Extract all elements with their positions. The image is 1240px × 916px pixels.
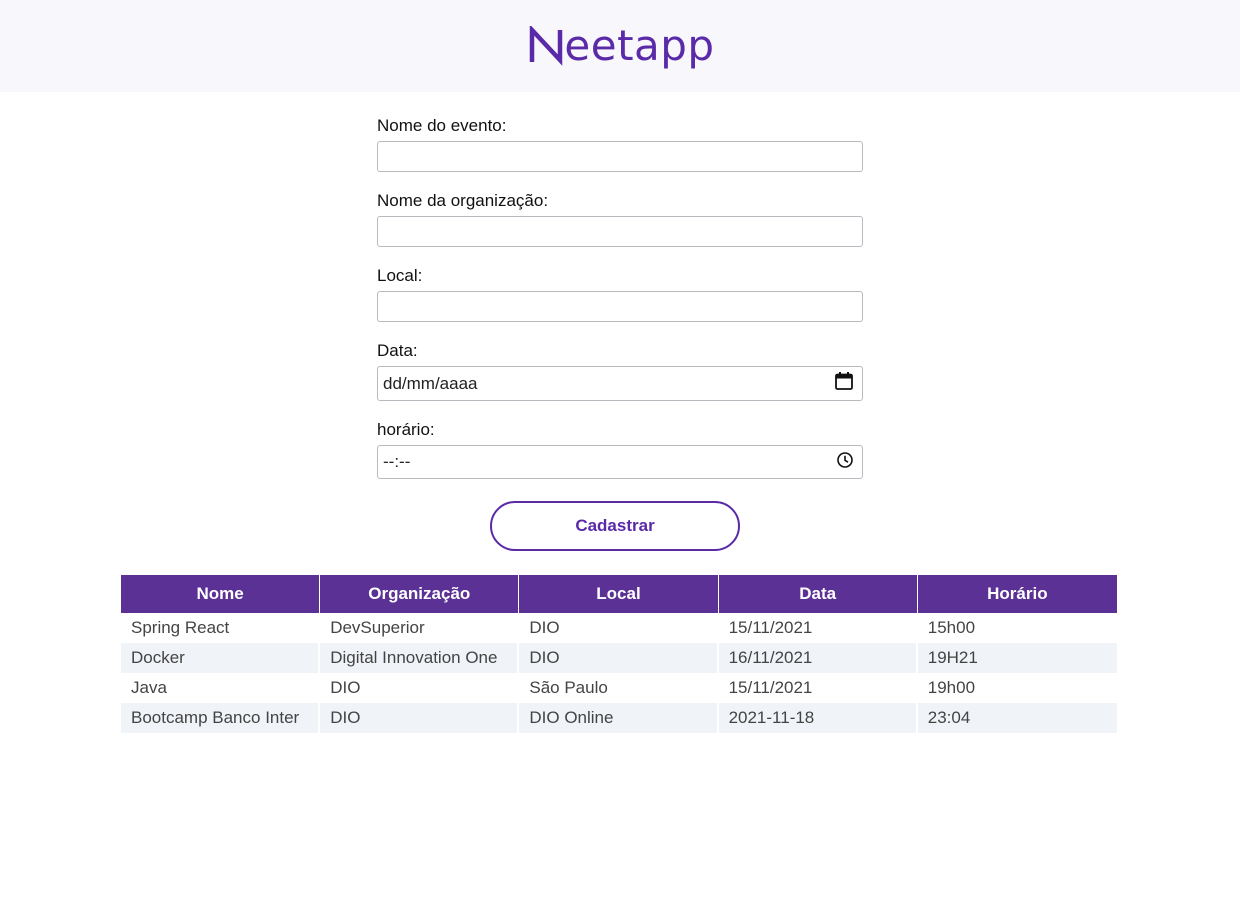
calendar-icon[interactable] <box>834 371 854 396</box>
logo-m-icon <box>530 26 563 66</box>
organization-input[interactable] <box>377 216 863 247</box>
organization-label: Nome da organização: <box>377 191 549 210</box>
cell-organization: DIO <box>320 673 520 703</box>
table-row: Bootcamp Banco Inter DIO DIO Online 2021… <box>121 703 1117 733</box>
cell-time: 15h00 <box>927 618 976 637</box>
date-input[interactable]: dd/mm/aaaa <box>377 366 863 401</box>
events-table-wrap: Nome Organização Local Data Horário Spri… <box>121 575 1117 733</box>
column-header-time: Horário <box>917 575 1117 613</box>
table-header-row: Nome Organização Local Data Horário <box>121 575 1117 613</box>
cell-time: 19H21 <box>917 643 1117 673</box>
cell-name: Java <box>121 673 321 703</box>
cell-organization: DevSuperior <box>320 613 520 643</box>
event-name-label: Nome do evento: <box>377 116 507 135</box>
table-row: Docker Digital Innovation One DIO 16/11/… <box>121 643 1117 673</box>
cell-name: Docker <box>121 643 321 673</box>
events-table: Nome Organização Local Data Horário Spri… <box>121 575 1117 733</box>
event-form: Nome do evento: Nome da organização: Loc… <box>377 92 863 551</box>
cell-name: Spring React <box>121 613 321 643</box>
logo-text: eetapp <box>564 21 715 70</box>
table-row: Java DIO São Paulo 15/11/2021 19h00 <box>121 673 1117 703</box>
clock-icon[interactable] <box>836 451 854 474</box>
cell-date: 2021-11-18 <box>718 703 918 733</box>
submit-wrap: Cadastrar <box>377 501 863 551</box>
column-header-location: Local <box>519 575 719 613</box>
field-date: Data: dd/mm/aaaa <box>377 341 863 401</box>
cell-date: 15/11/2021 <box>719 613 918 643</box>
header: eetapp <box>0 0 1240 92</box>
field-location: Local: <box>377 266 863 322</box>
date-label: Data: <box>377 341 418 360</box>
cell-organization: DIO <box>320 703 520 733</box>
table-row: Spring React DevSuperior DIO 15/11/2021 … <box>121 613 1117 643</box>
cell-organization: Digital Innovation One <box>320 643 520 673</box>
cell-time: 23:04 <box>917 703 1117 733</box>
meetapp-logo[interactable]: eetapp <box>529 25 714 67</box>
time-placeholder: --:-- <box>383 452 411 471</box>
event-name-input[interactable] <box>377 141 863 172</box>
register-button[interactable]: Cadastrar <box>490 501 740 551</box>
field-organization: Nome da organização: <box>377 191 863 247</box>
cell-name: Bootcamp Banco Inter <box>121 703 321 733</box>
column-header-organization: Organização <box>320 575 520 613</box>
location-label: Local: <box>377 266 423 285</box>
field-event-name: Nome do evento: <box>377 116 863 172</box>
cell-time: 19h00 <box>927 678 976 697</box>
cell-location: São Paulo <box>519 673 719 703</box>
field-time: horário: --:-- <box>377 420 863 479</box>
time-label: horário: <box>377 420 435 439</box>
cell-location: DIO <box>519 643 719 673</box>
cell-location: DIO Online <box>519 703 719 733</box>
location-input[interactable] <box>377 291 863 322</box>
cell-date: 15/11/2021 <box>719 673 918 703</box>
date-placeholder: dd/mm/aaaa <box>383 373 478 393</box>
column-header-name: Nome <box>121 575 321 613</box>
time-input[interactable]: --:-- <box>377 445 863 479</box>
column-header-date: Data <box>718 575 918 613</box>
cell-location: DIO <box>519 613 719 643</box>
cell-date: 16/11/2021 <box>718 643 918 673</box>
